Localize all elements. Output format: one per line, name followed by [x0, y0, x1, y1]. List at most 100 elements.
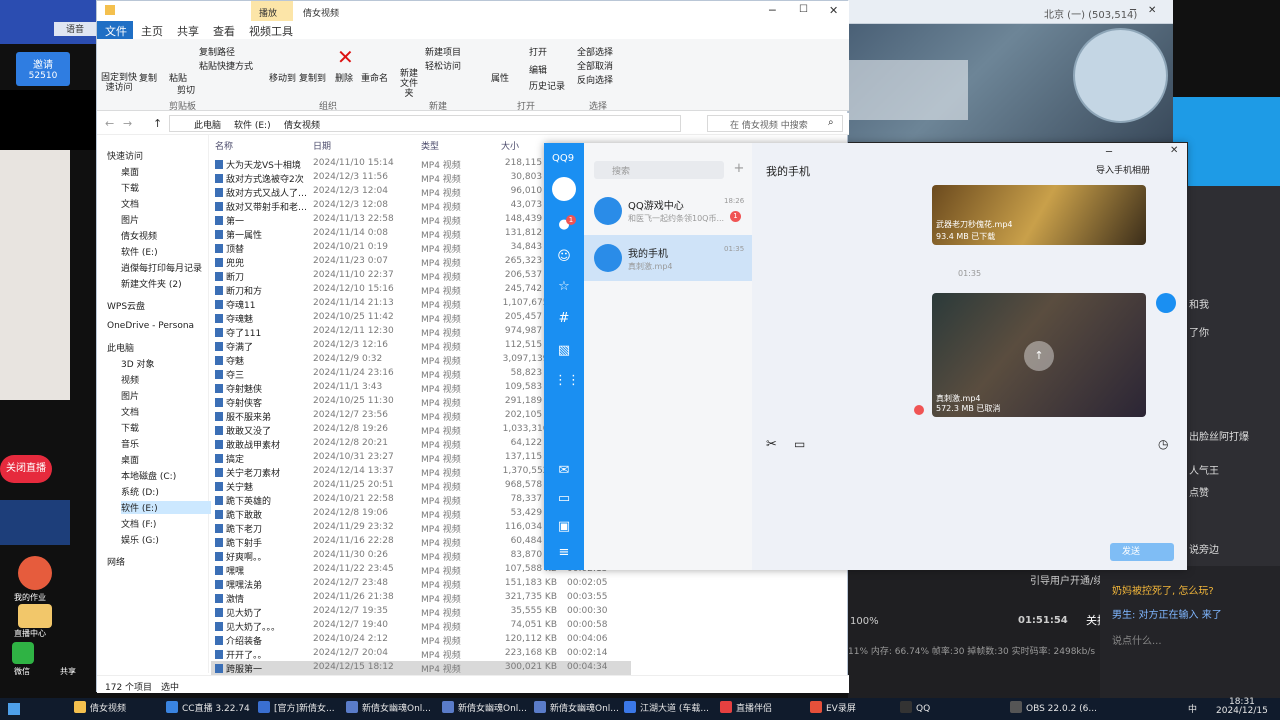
column-date[interactable]: 日期	[313, 139, 331, 152]
column-name[interactable]: 名称	[215, 139, 233, 152]
table-row[interactable]: 激情 2024/11/26 21:38 MP4 视频 321,735 KB 00:03:…	[211, 591, 631, 605]
conversation-item[interactable]: QQ游戏中心 和医飞一起约条领10Q币... 18:26 1	[584, 189, 752, 233]
move-to-button[interactable]: 移动到	[269, 71, 296, 84]
breadcrumb[interactable]: 此电脑 软件 (E:) 倩女视频	[169, 115, 681, 132]
nav-item[interactable]: 视频	[121, 373, 139, 386]
column-size[interactable]: 大小	[501, 139, 519, 152]
back-icon[interactable]: ←	[105, 117, 114, 130]
nav-item[interactable]: 本地磁盘 (C:)	[121, 469, 176, 482]
nav-item[interactable]: 倩女视频	[121, 229, 157, 242]
forward-icon[interactable]: →	[123, 117, 132, 130]
tab-home[interactable]: 主页	[141, 23, 163, 39]
select-all-button[interactable]: 全部选择	[577, 45, 613, 58]
menu-icon[interactable]: ≡	[554, 543, 574, 563]
apps-icon[interactable]: ⋮⋮	[554, 371, 580, 391]
copy-button[interactable]: 复制	[139, 71, 157, 84]
nav-item[interactable]: 快速访问	[107, 149, 143, 162]
nav-item[interactable]: 逍傑每打印每月记录	[121, 261, 202, 274]
table-row[interactable]: 嘿嘿法弟 2024/12/7 23:48 MP4 视频 151,183 KB 00:02…	[211, 577, 631, 591]
my-work-icon[interactable]	[18, 556, 52, 590]
taskbar-item[interactable]: 新倩女幽魂Onl...	[534, 701, 619, 717]
easy-access-button[interactable]: 轻松访问	[425, 59, 461, 72]
folder-icon[interactable]: ▭	[794, 437, 805, 451]
voice-button[interactable]: 语音	[54, 22, 96, 36]
nav-item[interactable]: 文档	[121, 405, 139, 418]
input-language[interactable]: 中	[1188, 702, 1197, 718]
taskbar-item[interactable]: [官方]新倩女...	[258, 701, 335, 717]
nav-item[interactable]: 桌面	[121, 165, 139, 178]
wechat-icon[interactable]	[12, 642, 34, 664]
delete-icon[interactable]: ✕	[337, 45, 354, 69]
import-album-button[interactable]: 导入手机相册	[1096, 163, 1150, 176]
map-icon[interactable]: ▧	[554, 341, 574, 361]
invert-selection-button[interactable]: 反向选择	[577, 73, 613, 86]
folder-icon[interactable]: ▭	[554, 489, 574, 509]
nav-item[interactable]: 系统 (D:)	[121, 485, 159, 498]
select-none-button[interactable]: 全部取消	[577, 59, 613, 72]
clock-icon[interactable]: ◷	[1158, 437, 1168, 451]
tab-view[interactable]: 查看	[213, 23, 235, 39]
taskbar-item[interactable]: QQ	[900, 701, 930, 717]
rename-button[interactable]: 重命名	[361, 71, 388, 84]
nav-item[interactable]: 软件 (E:)	[121, 501, 217, 514]
add-icon[interactable]: +	[730, 161, 748, 179]
nav-item[interactable]: 图片	[121, 213, 139, 226]
nav-item[interactable]: 音乐	[121, 437, 139, 450]
nav-item[interactable]: OneDrive - Persona	[107, 321, 194, 331]
history-button[interactable]: 历史记录	[529, 79, 565, 92]
nav-item[interactable]: 桌面	[121, 453, 139, 466]
minimize-button[interactable]: ─	[769, 4, 776, 17]
nav-item[interactable]: 此电脑	[107, 341, 134, 354]
close-button[interactable]: ✕	[829, 4, 838, 17]
copy-path-button[interactable]: 复制路径	[199, 45, 235, 58]
search-input[interactable]: 在 倩女视频 中搜索 ⌕	[707, 115, 843, 132]
tab-share[interactable]: 共享	[177, 23, 199, 39]
nav-item[interactable]: 网络	[107, 555, 125, 568]
invite-button[interactable]: 邀请 52510	[16, 52, 70, 86]
table-row[interactable]: 见大奶了 2024/12/7 19:35 MP4 视频 35,555 KB 00:00:…	[211, 605, 631, 619]
mail-icon[interactable]: ✉	[554, 461, 574, 481]
delete-button[interactable]: 删除	[335, 71, 353, 84]
table-row[interactable]: 见大奶了。。。 2024/12/7 19:40 MP4 视频 74,051 KB 00:…	[211, 619, 631, 633]
up-icon[interactable]: ↑	[153, 117, 162, 130]
open-button[interactable]: 打开	[529, 45, 547, 58]
paste-shortcut-button[interactable]: 粘贴快捷方式	[199, 59, 253, 72]
pin-quick-access-button[interactable]: 固定到快速访问	[101, 73, 137, 93]
copy-to-button[interactable]: 复制到	[299, 71, 326, 84]
scissors-icon[interactable]: ✂	[766, 437, 777, 452]
chat-input[interactable]: 说点什么...	[1112, 632, 1162, 647]
table-row[interactable]: 跨服第一 2024/12/15 18:12 MP4 视频 300,021 KB 00:0…	[211, 661, 631, 675]
clock[interactable]: 18:31 2024/12/15	[1216, 698, 1268, 716]
nav-item[interactable]: WPS云盘	[107, 299, 145, 312]
minimap[interactable]	[1073, 28, 1168, 123]
taskbar-item[interactable]: 江湖大道 (车载...	[624, 701, 709, 717]
taskbar-item[interactable]: 直播伴侣	[720, 701, 772, 717]
live-center-icon[interactable]	[18, 604, 52, 628]
column-type[interactable]: 类型	[421, 139, 439, 152]
nav-item[interactable]: 软件 (E:)	[121, 245, 158, 258]
send-button[interactable]: 发送	[1110, 543, 1174, 561]
star-icon[interactable]: ☆	[554, 277, 574, 297]
taskbar-item[interactable]: 新倩女幽魂Onl...	[442, 701, 527, 717]
nav-item[interactable]: 文档	[121, 197, 139, 210]
maximize-button[interactable]: ☐	[799, 4, 808, 15]
close-live-button[interactable]: 关闭直播	[0, 455, 52, 483]
taskbar-item[interactable]: EV录屏	[810, 701, 856, 717]
taskbar-item[interactable]: CC直播 3.22.74	[166, 701, 250, 717]
close-button[interactable]: ✕	[1148, 5, 1156, 16]
video-message[interactable]: ↑ 真刺激.mp4 572.3 MB 已取消	[932, 293, 1146, 417]
avatar[interactable]	[552, 177, 576, 201]
taskbar-item[interactable]: 新倩女幽魂Onl...	[346, 701, 431, 717]
upload-icon[interactable]: ↑	[1024, 341, 1054, 371]
qq-search-input[interactable]: 搜索	[594, 161, 724, 179]
contacts-icon[interactable]: ☺	[554, 247, 574, 267]
table-row[interactable]: 开开了。。 2024/12/7 20:04 MP4 视频 223,168 KB 00:0…	[211, 647, 631, 661]
cut-button[interactable]: 剪切	[177, 83, 195, 96]
windows-start-icon[interactable]	[8, 703, 20, 715]
nav-item[interactable]: 娱乐 (G:)	[121, 533, 159, 546]
edit-button[interactable]: 编辑	[529, 63, 547, 76]
new-item-button[interactable]: 新建项目	[425, 45, 461, 58]
tab-file[interactable]: 文件	[105, 23, 127, 39]
table-row[interactable]: 介绍装备 2024/10/24 2:12 MP4 视频 120,112 KB 00:04…	[211, 633, 631, 647]
nav-item[interactable]: 3D 对象	[121, 357, 155, 370]
